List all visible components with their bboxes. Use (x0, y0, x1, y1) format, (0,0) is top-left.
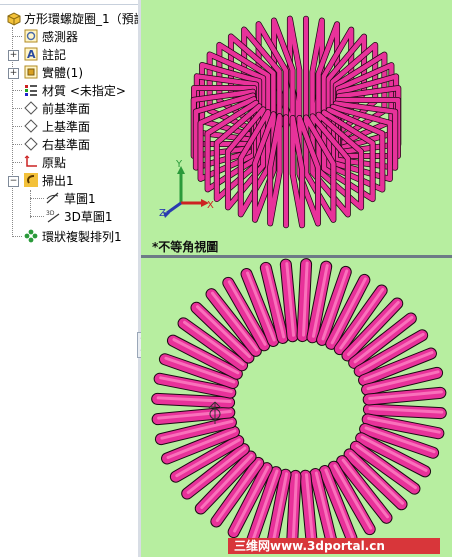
tree-connector (30, 190, 31, 218)
model-canvas[interactable]: Y X Z (141, 0, 452, 557)
isometric-coil-model[interactable] (190, 15, 402, 229)
part-icon (6, 11, 21, 26)
expand-solid-bodies-toggle[interactable]: + (8, 68, 19, 79)
tree-connector (12, 126, 22, 127)
y-axis-label: Y (175, 159, 183, 170)
expand-annotations-toggle[interactable]: + (8, 50, 19, 61)
feature-tree-panel: + + − 方形環螺旋圈_1（預設 感測器 A 註記 實體(1) 材質 <未指定… (0, 0, 139, 557)
tree-connector (12, 90, 22, 91)
viewport-split-divider[interactable] (141, 255, 452, 258)
tree-item-label: 實體(1) (42, 65, 83, 80)
tree-item-label: 原點 (42, 155, 67, 170)
tree-item-label: 感測器 (42, 29, 79, 44)
tree-connector (12, 162, 22, 163)
svg-text:A: A (27, 48, 36, 61)
material-icon (24, 83, 38, 97)
watermark-banner: 三维网www.3dportal.cn (228, 538, 440, 554)
tree-item-front-plane[interactable]: 前基準面 (24, 99, 90, 117)
tree-root-label: 方形環螺旋圈_1（預設 (24, 11, 139, 26)
sweep-icon (24, 173, 38, 187)
tree-top-strip (0, 0, 138, 5)
tree-connector (12, 108, 22, 109)
tree-connector (30, 198, 44, 199)
plane-icon (24, 119, 38, 133)
tree-item-label: 草圖1 (64, 191, 96, 206)
view-orientation-label: *不等角視圖 (152, 240, 219, 254)
sensor-icon (24, 29, 38, 43)
tree-item-label: 3D草圖1 (64, 209, 113, 224)
tree-item-label: 上基準面 (42, 119, 91, 134)
tree-connector (12, 236, 22, 237)
top-view-coil-model[interactable] (151, 258, 447, 554)
origin-icon (24, 155, 38, 169)
tree-item-right-plane[interactable]: 右基準面 (24, 135, 90, 153)
tree-item-label: 註記 (42, 47, 67, 62)
tree-connector (12, 36, 22, 37)
z-axis-arrow-icon (166, 201, 182, 215)
circular-pattern-icon (24, 229, 38, 243)
tree-item-material[interactable]: 材質 <未指定> (24, 81, 126, 99)
tree-item-circular-pattern[interactable]: 環狀複製排列1 (24, 227, 122, 245)
graphics-viewport[interactable]: Y X Z (141, 0, 452, 557)
tree-item-3d-sketch1[interactable]: 3D 3D草圖1 (46, 207, 113, 225)
plane-icon (24, 137, 38, 151)
tree-item-sketch1[interactable]: 草圖1 (46, 189, 96, 207)
tree-item-label: 環狀複製排列1 (42, 229, 122, 244)
x-axis-label: X (207, 200, 214, 211)
tree-item-label: 前基準面 (42, 101, 91, 116)
annotation-icon: A (24, 47, 38, 61)
tree-item-label: 掃出1 (42, 173, 74, 188)
z-axis-label: Z (159, 208, 166, 219)
tree-item-solid-bodies[interactable]: 實體(1) (24, 63, 83, 81)
collapse-sweep-toggle[interactable]: − (8, 176, 19, 187)
tree-item-sensors[interactable]: 感測器 (24, 27, 78, 45)
tree-item-top-plane[interactable]: 上基準面 (24, 117, 90, 135)
tree-item-annotations[interactable]: A 註記 (24, 45, 66, 63)
tree-item-origin[interactable]: 原點 (24, 153, 66, 171)
tree-connector (30, 216, 44, 217)
svg-text:3D: 3D (46, 210, 55, 217)
plane-icon (24, 101, 38, 115)
3d-sketch-icon: 3D (46, 209, 60, 223)
solid-body-icon (24, 65, 38, 79)
tree-root-part[interactable]: 方形環螺旋圈_1（預設 (6, 9, 139, 27)
sketch-icon (46, 191, 60, 205)
tree-connector (12, 144, 22, 145)
tree-item-label: 材質 <未指定> (42, 83, 126, 98)
tree-item-label: 右基準面 (42, 137, 91, 152)
tree-item-sweep[interactable]: 掃出1 (24, 171, 74, 189)
